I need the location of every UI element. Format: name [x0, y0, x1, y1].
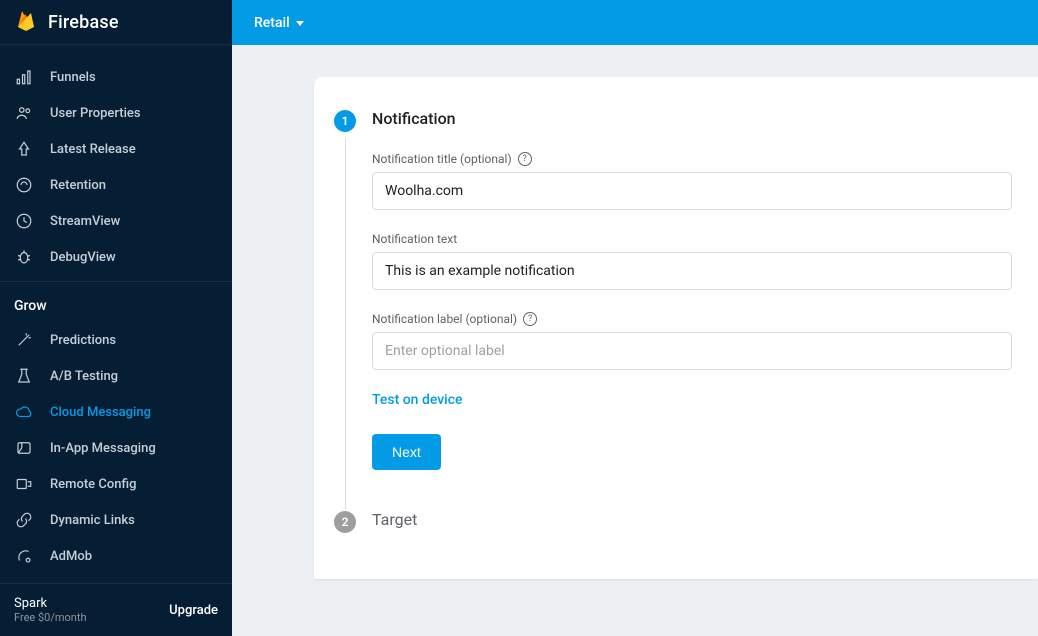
retention-icon: [14, 175, 34, 195]
field-title: Notification title (optional) ?: [372, 152, 1038, 210]
input-notification-title[interactable]: [372, 172, 1012, 210]
release-icon: [14, 139, 34, 159]
label-notification-title: Notification title (optional): [372, 152, 512, 166]
link-icon: [14, 510, 34, 530]
step-target[interactable]: 2 Target: [334, 510, 1038, 539]
nav-item-retention[interactable]: Retention: [0, 167, 232, 203]
label-notification-label: Notification label (optional): [372, 312, 517, 326]
funnel-icon: [14, 67, 34, 87]
section-title-grow: Grow: [0, 298, 232, 322]
nav-item-latest-release[interactable]: Latest Release: [0, 131, 232, 167]
plan-bar: Spark Free $0/month Upgrade: [0, 583, 232, 636]
nav-item-in-app-messaging[interactable]: In-App Messaging: [0, 430, 232, 466]
field-label: Notification label (optional) ?: [372, 312, 1038, 370]
input-notification-label[interactable]: [372, 332, 1012, 370]
project-selector[interactable]: Retail: [254, 15, 290, 31]
admob-icon: [14, 546, 34, 566]
step-title-notification: Notification: [372, 109, 1038, 128]
input-notification-text[interactable]: [372, 252, 1012, 290]
flask-icon: [14, 366, 34, 386]
step-title-target: Target: [372, 510, 1038, 529]
sidebar: Firebase Funnels User Properties Latest …: [0, 0, 232, 636]
cloud-icon: [14, 402, 34, 422]
chevron-down-icon[interactable]: [296, 21, 304, 26]
nav-item-remote-config[interactable]: Remote Config: [0, 466, 232, 502]
plan-name: Spark: [14, 596, 87, 611]
step-number-1: 1: [334, 110, 356, 132]
nav: Funnels User Properties Latest Release R…: [0, 45, 232, 583]
content: 1 Notification Notification title (optio…: [232, 45, 1038, 636]
inapp-icon: [14, 438, 34, 458]
nav-item-debugview[interactable]: DebugView: [0, 239, 232, 275]
nav-item-dynamic-links[interactable]: Dynamic Links: [0, 502, 232, 538]
nav-item-funnels[interactable]: Funnels: [0, 59, 232, 95]
upgrade-link[interactable]: Upgrade: [169, 603, 218, 618]
users-icon: [14, 103, 34, 123]
field-text: Notification text: [372, 232, 1038, 290]
topbar: Retail: [232, 0, 1038, 45]
nav-item-cloud-messaging[interactable]: Cloud Messaging: [0, 394, 232, 430]
nav-item-streamview[interactable]: StreamView: [0, 203, 232, 239]
brand[interactable]: Firebase: [0, 0, 232, 45]
nav-item-predictions[interactable]: Predictions: [0, 322, 232, 358]
test-on-device-link[interactable]: Test on device: [372, 392, 1038, 408]
nav-item-admob[interactable]: AdMob: [0, 538, 232, 574]
step-number-2: 2: [334, 511, 356, 533]
clock-icon: [14, 211, 34, 231]
label-notification-text: Notification text: [372, 232, 457, 246]
remote-icon: [14, 474, 34, 494]
help-icon[interactable]: ?: [518, 152, 532, 166]
step-notification: 1 Notification Notification title (optio…: [334, 109, 1038, 510]
compose-card: 1 Notification Notification title (optio…: [314, 77, 1038, 579]
nav-item-ab-testing[interactable]: A/B Testing: [0, 358, 232, 394]
plan-price: Free $0/month: [14, 611, 87, 624]
wand-icon: [14, 330, 34, 350]
next-button[interactable]: Next: [372, 434, 441, 470]
brand-name: Firebase: [48, 12, 119, 33]
firebase-logo-icon: [14, 8, 38, 36]
nav-item-user-properties[interactable]: User Properties: [0, 95, 232, 131]
main: Retail 1 Notification: [232, 0, 1038, 636]
help-icon[interactable]: ?: [523, 312, 537, 326]
bug-icon: [14, 247, 34, 267]
section-grow: Grow Predictions A/B Testing Cloud Messa…: [0, 281, 232, 578]
